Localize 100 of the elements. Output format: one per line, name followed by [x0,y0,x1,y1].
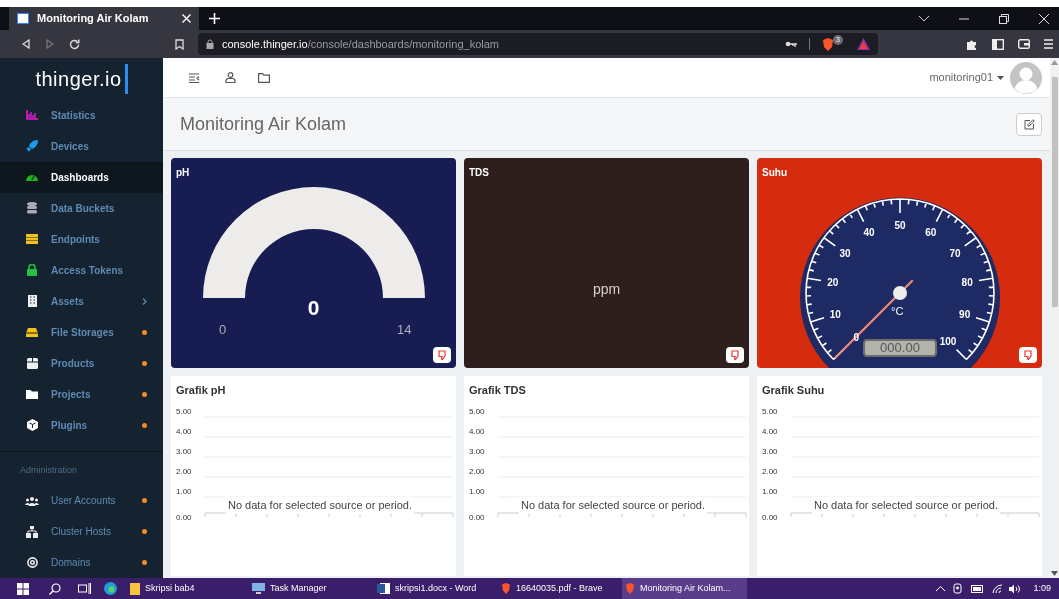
nav-item[interactable]: Dashboards [0,161,163,193]
forward-icon[interactable] [46,39,54,49]
unit-label: °C [891,304,904,319]
site-favicon-icon [17,13,29,24]
y-axis-label: 4.00 [762,426,778,438]
search-icon[interactable] [49,582,61,595]
server-icon [25,234,39,245]
scale-label: 30 [838,247,852,261]
triangle-icon[interactable] [857,38,870,50]
sidebar-icon[interactable] [992,38,1004,50]
cube-icon [25,419,39,432]
nav-item[interactable]: User Accounts [0,485,163,516]
folder-icon[interactable] [258,72,270,83]
nav-item[interactable]: Endpoints [0,223,163,255]
gauge-value: 0 [306,295,321,321]
browser-tab[interactable]: Monitoring Air Kolam [9,7,199,30]
y-axis-label: 3.00 [762,446,778,458]
speaker-icon[interactable] [1009,583,1022,594]
building-icon [25,295,39,308]
widget-value: ppm [591,280,622,299]
nav-item[interactable]: Assets [0,285,163,317]
chevron-down-icon[interactable] [919,15,929,22]
nav-item[interactable]: Statistics [0,99,163,131]
taskbar-item[interactable]: skripsi1.docx - Word [374,578,498,599]
nav-label: Data Buckets [51,201,116,216]
lock-icon [206,39,214,49]
user-icon[interactable] [225,72,236,83]
chart-icon [25,110,39,121]
nav-label: Dashboards [51,170,110,185]
url-host: console.thinger.io [222,36,308,52]
nav-label: Access Tokens [51,263,125,278]
taskbar-item[interactable]: Task Manager [249,578,374,599]
restore-icon[interactable] [999,13,1009,24]
dislike-button[interactable] [1019,347,1037,363]
back-icon[interactable] [22,39,30,49]
clock[interactable]: 1:09 [1033,581,1051,596]
logo[interactable]: thinger.io [35,63,128,94]
reload-icon[interactable] [69,38,80,50]
dislike-button[interactable] [433,347,451,363]
meet-now-icon[interactable] [953,583,964,594]
database-icon [25,202,39,215]
taskbar-label: Skripsi bab4 [145,581,195,595]
list-toggle-icon[interactable] [189,72,200,83]
task-view-icon[interactable] [78,583,91,594]
y-axis-label: 0.00 [762,512,778,524]
no-data-message: No data for selected source or period. [226,497,415,514]
edit-button[interactable] [1016,112,1042,136]
taskbar-item[interactable]: 16640035.pdf - Brave [498,578,622,599]
taskbar-item[interactable]: Monitoring Air Kolam... [622,578,747,599]
scrollbar-thumb[interactable] [1051,77,1058,307]
minimize-icon[interactable] [959,17,969,20]
scale-label: 100 [938,335,958,350]
dislike-button[interactable] [726,347,744,363]
battery-icon[interactable] [971,584,985,593]
wifi-icon[interactable] [992,583,1004,594]
chart-title: Grafik Suhu [762,383,825,398]
no-data-message: No data for selected source or period. [812,497,1001,514]
puzzle-icon[interactable] [966,38,978,50]
box-icon [25,357,39,369]
nav-label: File Storages [51,325,115,340]
lion-shield-icon [625,583,635,594]
nav-item[interactable]: Access Tokens [0,254,163,286]
nav-label: Domains [51,556,92,570]
nav-item[interactable]: Data Buckets [0,192,163,224]
nav-label: Cluster Hosts [51,525,112,539]
lion-shield-icon[interactable] [822,37,835,51]
url-path: /console/dashboards/monitoring_kolam [307,36,500,52]
bookmark-icon[interactable] [175,38,184,50]
user-menu[interactable]: monitoring01 [929,69,993,86]
scroll-down-icon[interactable] [1051,571,1058,576]
gauge-min: 0 [219,321,227,339]
taskbar-item[interactable]: Skripsi bab4 [127,578,249,599]
menu-icon[interactable] [1044,39,1053,49]
gauge-max: 14 [397,321,412,339]
key-icon[interactable] [785,41,798,47]
nav-label: Products [51,356,96,371]
edge-icon[interactable] [104,582,117,595]
monitor-icon [252,583,265,594]
nav-item[interactable]: Cluster Hosts [0,516,163,547]
nav-item[interactable]: Domains [0,547,163,578]
thumbs-down-icon [436,349,448,361]
y-axis-label: 4.00 [469,426,485,438]
scale-label: 50 [893,219,907,233]
chart-title: Grafik TDS [469,383,526,398]
nav-item[interactable]: Products [0,347,163,379]
new-tab-icon[interactable] [209,13,220,24]
edit-icon [1023,118,1035,130]
nav-label: Statistics [51,108,97,123]
close-icon[interactable] [1039,13,1049,24]
nav-item[interactable]: File Storages [0,316,163,348]
lion-shield-icon [501,583,511,594]
readout-display: 000.00 [863,339,937,357]
folder-icon [130,582,140,595]
nav-item[interactable]: Devices [0,130,163,162]
nav-item[interactable]: Plugins [0,409,163,441]
wallet-icon[interactable] [1018,39,1030,49]
drive-icon [25,327,39,337]
windows-icon[interactable] [17,582,29,595]
nav-item[interactable]: Projects [0,378,163,410]
chevron-up-icon[interactable] [936,586,946,591]
